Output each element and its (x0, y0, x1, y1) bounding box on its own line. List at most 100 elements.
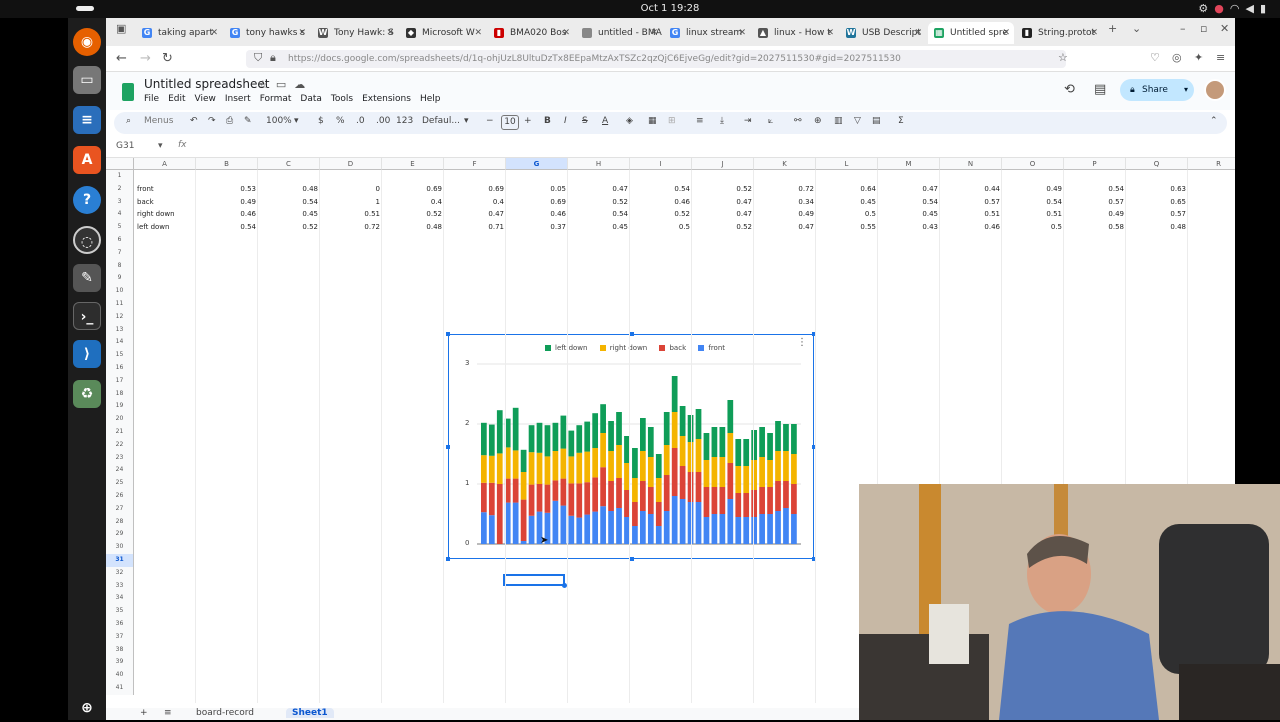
menu-view[interactable]: View (195, 94, 216, 104)
minimize-icon[interactable]: – (1180, 22, 1186, 35)
value-cell[interactable]: 0.65 (1126, 196, 1188, 209)
value-cell[interactable]: 0.57 (1064, 196, 1126, 209)
avatar[interactable] (1204, 79, 1226, 101)
tab-close-icon[interactable]: ✕ (914, 22, 922, 44)
value-cell[interactable]: 0.46 (196, 208, 258, 221)
row-label-cell[interactable]: right down (137, 208, 175, 221)
menu-file[interactable]: File (144, 94, 159, 104)
files-icon[interactable]: ▭ (73, 66, 101, 94)
merge-cells-icon[interactable]: ⊞ (668, 116, 676, 126)
name-box[interactable]: G31 (116, 141, 134, 151)
maximize-icon[interactable]: ▫ (1200, 22, 1207, 35)
tab-close-icon[interactable]: ✕ (562, 22, 570, 44)
obs-icon[interactable]: ◌ (73, 226, 101, 254)
value-cell[interactable]: 0.45 (816, 196, 878, 209)
value-cell[interactable]: 0.57 (940, 196, 1002, 209)
menu-edit[interactable]: Edit (168, 94, 185, 104)
value-cell[interactable]: 0.47 (444, 208, 506, 221)
font-select[interactable]: Defaul... (422, 116, 460, 126)
tab-close-icon[interactable]: ✕ (298, 22, 306, 44)
value-cell[interactable]: 0.55 (816, 221, 878, 234)
zoom-select[interactable]: 100% (266, 116, 292, 126)
tab-close-icon[interactable]: ✕ (1002, 22, 1010, 44)
tab[interactable]: W Tony Hawk: S ✕ (312, 22, 398, 44)
row-label-cell[interactable]: front (137, 183, 154, 196)
tab-active[interactable]: ▦ Untitled spre ✕ (928, 22, 1014, 44)
chevron-down-icon[interactable]: ▾ (1184, 79, 1188, 101)
row-header-26[interactable]: 26 (106, 490, 134, 503)
value-cell[interactable]: 0.46 (506, 208, 568, 221)
tab[interactable]: Gtony hawks s ✕ (224, 22, 310, 44)
lock-icon[interactable]: 🔒︎ (270, 51, 276, 65)
pocket-icon[interactable]: ♡ (1150, 51, 1160, 64)
tab[interactable]: ◆ Microsoft W ✕ (400, 22, 486, 44)
row-header-25[interactable]: 25 (106, 477, 134, 490)
network-icon[interactable]: ⚙ (1198, 2, 1214, 15)
tab[interactable]: untitled - BMA0 ✕ (576, 22, 662, 44)
row-header-2[interactable]: 2 (106, 182, 134, 196)
address-bar[interactable]: https://docs.google.com/spreadsheets/d/1… (246, 50, 1066, 68)
document-title[interactable]: Untitled spreadsheet (144, 77, 270, 91)
value-cell[interactable]: 0.54 (196, 221, 258, 234)
value-cell[interactable]: 0.45 (878, 208, 940, 221)
value-cell[interactable]: 0.69 (382, 183, 444, 196)
value-cell[interactable]: 0.72 (320, 221, 382, 234)
account-icon[interactable]: ◎ (1172, 51, 1182, 64)
row-header-31[interactable]: 31 (106, 554, 134, 567)
comments-icon[interactable]: ▤ (1094, 82, 1106, 97)
print-icon[interactable]: ⎙ (226, 116, 233, 126)
menu-extensions[interactable]: Extensions (362, 94, 411, 104)
value-cell[interactable]: 0.52 (568, 196, 630, 209)
show-apps-icon[interactable]: ⊕ (73, 694, 101, 722)
value-cell[interactable]: 0.52 (692, 183, 754, 196)
value-cell[interactable]: 1 (320, 196, 382, 209)
value-cell[interactable]: 0.57 (1126, 208, 1188, 221)
insert-comment-icon[interactable]: ⊕ (814, 116, 822, 126)
row-header-33[interactable]: 33 (106, 579, 134, 593)
value-cell[interactable]: 0.53 (196, 183, 258, 196)
gimp-icon[interactable]: ✎ (73, 264, 101, 292)
value-cell[interactable]: 0.5 (816, 208, 878, 221)
value-cell[interactable]: 0 (320, 183, 382, 196)
sheet-tab-sheet1[interactable]: Sheet1 (286, 708, 334, 718)
chevron-down-icon[interactable]: ▾ (464, 116, 469, 126)
font-size-decrease-icon[interactable]: − (486, 116, 494, 126)
tab-close-icon[interactable]: ✕ (386, 22, 394, 44)
value-cell[interactable]: 0.4 (382, 196, 444, 209)
strikethrough-icon[interactable]: S (582, 116, 588, 126)
value-cell[interactable]: 0.37 (506, 221, 568, 234)
value-cell[interactable]: 0.69 (444, 183, 506, 196)
row-header-37[interactable]: 37 (106, 630, 134, 644)
column-header-e[interactable]: E (382, 158, 444, 170)
column-header-b[interactable]: B (196, 158, 258, 170)
value-cell[interactable]: 0.64 (816, 183, 878, 196)
row-label-cell[interactable]: back (137, 196, 154, 209)
column-header-m[interactable]: M (878, 158, 940, 170)
value-cell[interactable]: 0.47 (754, 221, 816, 234)
value-cell[interactable]: 0.63 (1126, 183, 1188, 196)
collapse-toolbar-icon[interactable]: ⌃ (1210, 116, 1218, 126)
row-header-28[interactable]: 28 (106, 515, 134, 529)
row-header-18[interactable]: 18 (106, 387, 134, 401)
row-header-20[interactable]: 20 (106, 413, 134, 426)
menu-help[interactable]: Help (420, 94, 441, 104)
row-header-19[interactable]: 19 (106, 400, 134, 414)
shield-icon[interactable]: ⛉ (254, 51, 262, 65)
insert-link-icon[interactable]: ⚯ (794, 116, 802, 126)
value-cell[interactable]: 0.5 (630, 221, 692, 234)
column-header-l[interactable]: L (816, 158, 878, 170)
writer-icon[interactable]: ≡ (73, 106, 101, 134)
activities-indicator[interactable] (76, 6, 94, 11)
row-header-8[interactable]: 8 (106, 259, 134, 273)
filter-views-icon[interactable]: ▤ (872, 116, 881, 126)
software-center-icon[interactable]: A (73, 146, 101, 174)
row-header-29[interactable]: 29 (106, 528, 134, 542)
value-cell[interactable]: 0 (1188, 183, 1235, 196)
firefox-icon[interactable]: ◉ (73, 28, 101, 56)
sheets-logo-icon[interactable] (122, 83, 134, 101)
row-header-4[interactable]: 4 (106, 208, 134, 222)
row-header-5[interactable]: 5 (106, 221, 134, 234)
row-header-6[interactable]: 6 (106, 234, 134, 247)
value-cell[interactable]: 0.47 (878, 183, 940, 196)
mic-muted-icon[interactable]: ● (1214, 2, 1230, 15)
